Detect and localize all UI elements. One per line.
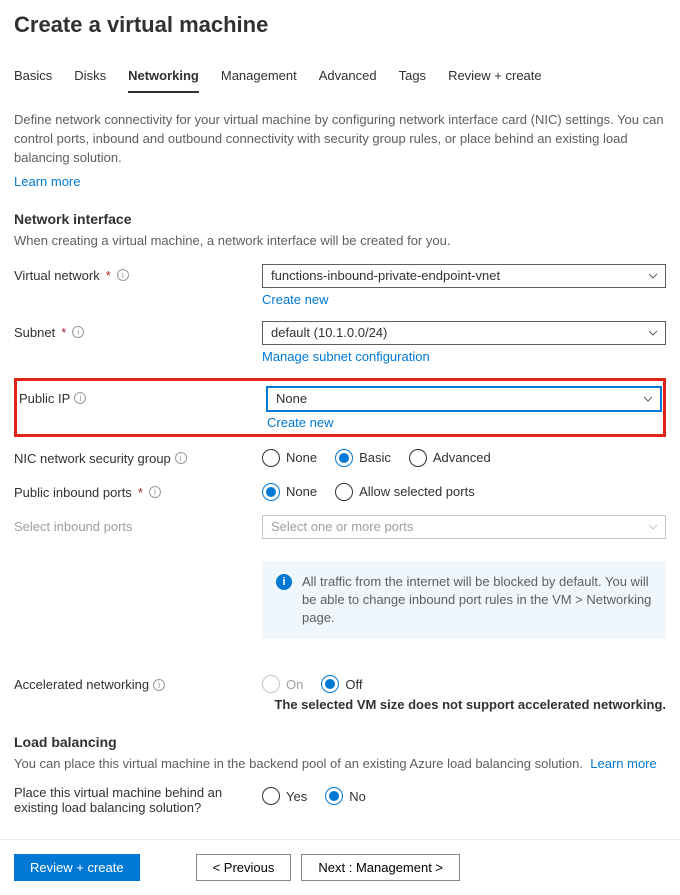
inbound-allow-radio[interactable]: Allow selected ports xyxy=(335,483,475,501)
tab-bar: Basics Disks Networking Management Advan… xyxy=(14,64,666,93)
tab-advanced[interactable]: Advanced xyxy=(319,64,377,93)
tab-basics[interactable]: Basics xyxy=(14,64,52,93)
subnet-label: Subnet xyxy=(14,325,55,340)
accel-on-radio: On xyxy=(262,675,303,693)
load-balancing-heading: Load balancing xyxy=(14,734,666,750)
nsg-label: NIC network security group xyxy=(14,451,171,466)
tab-review[interactable]: Review + create xyxy=(448,64,542,93)
intro-learn-more-link[interactable]: Learn more xyxy=(14,174,666,189)
page-title: Create a virtual machine xyxy=(14,12,666,38)
lb-yes-radio[interactable]: Yes xyxy=(262,787,307,805)
info-icon[interactable]: i xyxy=(72,326,84,338)
inbound-info-box: i All traffic from the internet will be … xyxy=(262,561,666,640)
tab-management[interactable]: Management xyxy=(221,64,297,93)
next-button[interactable]: Next : Management > xyxy=(301,854,460,881)
select-ports-label: Select inbound ports xyxy=(14,519,133,534)
chevron-down-icon xyxy=(647,270,659,282)
load-balancing-learn-more-link[interactable]: Learn more xyxy=(590,756,656,771)
required-asterisk: * xyxy=(106,268,111,283)
public-ip-label: Public IP xyxy=(19,391,70,406)
subnet-select[interactable]: default (10.1.0.0/24) xyxy=(262,321,666,345)
accel-off-radio[interactable]: Off xyxy=(321,675,362,693)
chevron-down-icon xyxy=(642,393,654,405)
tab-disks[interactable]: Disks xyxy=(74,64,106,93)
info-icon[interactable]: i xyxy=(74,392,86,404)
accel-note: The selected VM size does not support ac… xyxy=(14,697,666,712)
info-icon[interactable]: i xyxy=(117,269,129,281)
required-asterisk: * xyxy=(61,325,66,340)
subnet-manage-link[interactable]: Manage subnet configuration xyxy=(262,349,666,364)
lb-no-radio[interactable]: No xyxy=(325,787,366,805)
public-ip-highlight: Public IP i None Create new xyxy=(14,378,666,437)
lb-question-label: Place this virtual machine behind an exi… xyxy=(14,785,262,815)
intro-text: Define network connectivity for your vir… xyxy=(14,111,666,168)
info-filled-icon: i xyxy=(276,574,292,590)
chevron-down-icon xyxy=(647,521,659,533)
tab-tags[interactable]: Tags xyxy=(399,64,426,93)
inbound-ports-label: Public inbound ports xyxy=(14,485,132,500)
tab-networking[interactable]: Networking xyxy=(128,64,199,93)
required-asterisk: * xyxy=(138,485,143,500)
nsg-none-radio[interactable]: None xyxy=(262,449,317,467)
nsg-advanced-radio[interactable]: Advanced xyxy=(409,449,491,467)
inbound-none-radio[interactable]: None xyxy=(262,483,317,501)
virtual-network-select[interactable]: functions-inbound-private-endpoint-vnet xyxy=(262,264,666,288)
info-icon[interactable]: i xyxy=(149,486,161,498)
info-icon[interactable]: i xyxy=(153,679,165,691)
review-create-button[interactable]: Review + create xyxy=(14,854,140,881)
vnet-create-new-link[interactable]: Create new xyxy=(262,292,666,307)
select-ports-select: Select one or more ports xyxy=(262,515,666,539)
nsg-basic-radio[interactable]: Basic xyxy=(335,449,391,467)
public-ip-select[interactable]: None xyxy=(267,387,661,411)
accel-networking-label: Accelerated networking xyxy=(14,677,149,692)
load-balancing-subtext: You can place this virtual machine in th… xyxy=(14,756,583,771)
public-ip-create-new-link[interactable]: Create new xyxy=(267,415,661,430)
info-icon[interactable]: i xyxy=(175,452,187,464)
network-interface-heading: Network interface xyxy=(14,211,666,227)
chevron-down-icon xyxy=(647,327,659,339)
virtual-network-label: Virtual network xyxy=(14,268,100,283)
footer-bar: Review + create < Previous Next : Manage… xyxy=(0,839,680,895)
previous-button[interactable]: < Previous xyxy=(196,854,292,881)
network-interface-subtext: When creating a virtual machine, a netwo… xyxy=(14,233,666,248)
